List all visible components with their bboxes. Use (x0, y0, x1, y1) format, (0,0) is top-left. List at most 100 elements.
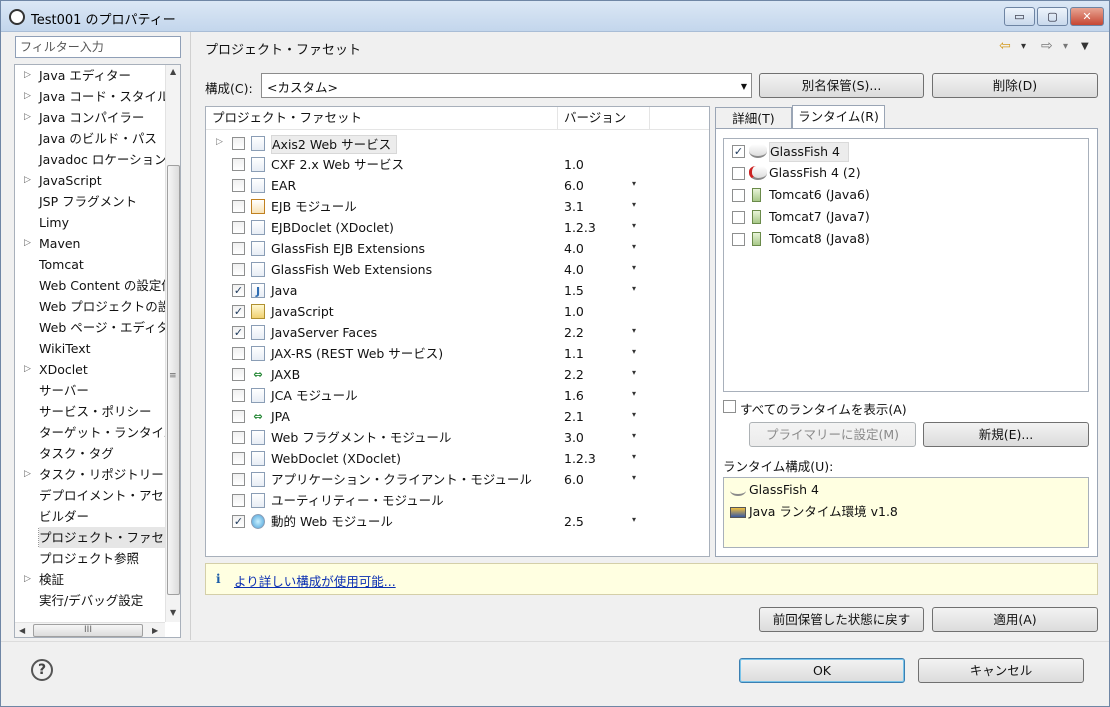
version-dropdown-icon[interactable]: ▾ (632, 431, 636, 440)
tree-item[interactable]: ▷ XDoclet (15, 359, 165, 380)
horizontal-scroll-thumb[interactable]: III (33, 624, 143, 637)
tree-item[interactable]: ビルダー (15, 506, 165, 527)
facet-column-header[interactable]: プロジェクト・ファセット (206, 107, 558, 129)
expand-arrow-icon[interactable]: ▷ (24, 65, 31, 86)
tree-item[interactable]: 実行/デバッグ設定 (15, 590, 165, 611)
back-arrow-icon[interactable]: ⇦ (999, 38, 1011, 54)
runtime-checkbox[interactable] (732, 167, 745, 180)
tree-item[interactable]: ▷ JavaScript (15, 170, 165, 191)
version-dropdown-icon[interactable]: ▾ (632, 389, 636, 398)
version-dropdown-icon[interactable]: ▾ (632, 515, 636, 524)
table-row[interactable]: ⇔ JAXB 2.2 ▾ (206, 364, 709, 385)
apply-button[interactable]: 適用(A) (932, 607, 1098, 632)
ok-button[interactable]: OK (739, 658, 905, 683)
facet-checkbox[interactable] (232, 389, 245, 402)
runtime-item[interactable]: Tomcat8 (Java8) (724, 228, 1088, 250)
splitter[interactable] (190, 32, 191, 640)
facet-checkbox[interactable] (232, 242, 245, 255)
runtime-item[interactable]: ✓ GlassFish 4 (724, 140, 1088, 162)
close-button[interactable]: ✕ (1070, 7, 1104, 26)
runtime-checkbox[interactable] (732, 233, 745, 246)
table-row[interactable]: WebDoclet (XDoclet) 1.2.3 ▾ (206, 448, 709, 469)
forward-arrow-icon[interactable]: ⇨ (1041, 38, 1053, 54)
version-dropdown-icon[interactable]: ▾ (632, 284, 636, 293)
version-dropdown-icon[interactable]: ▾ (632, 368, 636, 377)
more-config-link[interactable]: より詳しい構成が使用可能... (234, 571, 396, 590)
forward-dropdown-icon[interactable]: ▾ (1063, 41, 1068, 52)
table-row[interactable]: JCA モジュール 1.6 ▾ (206, 385, 709, 406)
save-as-button[interactable]: 別名保管(S)... (759, 73, 924, 98)
tree-item[interactable]: ▷ Java コンパイラー (15, 107, 165, 128)
facet-checkbox[interactable] (232, 410, 245, 423)
table-row[interactable]: ✓ 動的 Web モジュール 2.5 ▾ (206, 511, 709, 532)
tree-item[interactable]: サーバー (15, 380, 165, 401)
version-dropdown-icon[interactable]: ▾ (632, 410, 636, 419)
facet-checkbox[interactable] (232, 158, 245, 171)
tree-item[interactable]: ▷ タスク・リポジトリー (15, 464, 165, 485)
tab-runtime[interactable]: ランタイム(R) (792, 105, 885, 130)
tree-item[interactable]: Web Content の設定値 (15, 275, 165, 296)
tab-details[interactable]: 詳細(T) (715, 107, 792, 129)
version-dropdown-icon[interactable]: ▾ (632, 452, 636, 461)
facet-checkbox[interactable] (232, 179, 245, 192)
facet-checkbox[interactable]: ✓ (232, 515, 245, 528)
tree-item[interactable]: プロジェクト・ファセット (15, 527, 165, 548)
version-dropdown-icon[interactable]: ▾ (632, 242, 636, 251)
scroll-down-arrow-icon[interactable]: ▼ (170, 608, 176, 617)
tree-item[interactable]: JSP フラグメント (15, 191, 165, 212)
facet-checkbox[interactable]: ✓ (232, 326, 245, 339)
version-dropdown-icon[interactable]: ▾ (632, 347, 636, 356)
tree-item[interactable]: ▷ Maven (15, 233, 165, 254)
tree-item[interactable]: WikiText (15, 338, 165, 359)
table-row[interactable]: GlassFish Web Extensions 4.0 ▾ (206, 259, 709, 280)
show-all-runtimes-checkbox[interactable] (723, 400, 736, 413)
back-dropdown-icon[interactable]: ▾ (1021, 41, 1026, 52)
version-dropdown-icon[interactable]: ▾ (632, 473, 636, 482)
facet-checkbox[interactable] (232, 263, 245, 276)
table-row[interactable]: Web フラグメント・モジュール 3.0 ▾ (206, 427, 709, 448)
runtime-checkbox[interactable] (732, 189, 745, 202)
tree-item[interactable]: タスク・タグ (15, 443, 165, 464)
expand-arrow-icon[interactable]: ▷ (24, 464, 31, 485)
view-menu-icon[interactable]: ▼ (1081, 41, 1089, 52)
expand-arrow-icon[interactable]: ▷ (216, 137, 223, 147)
tree-item[interactable]: Tomcat (15, 254, 165, 275)
tree-item[interactable]: Java のビルド・パス (15, 128, 165, 149)
scroll-right-arrow-icon[interactable]: ▶ (152, 626, 158, 635)
version-dropdown-icon[interactable]: ▾ (632, 326, 636, 335)
facet-checkbox[interactable] (232, 137, 245, 150)
horizontal-scrollbar[interactable]: ◀ III ▶ (15, 622, 165, 637)
table-row[interactable]: ✓ JavaScript 1.0 (206, 301, 709, 322)
version-dropdown-icon[interactable]: ▾ (632, 221, 636, 230)
tree-item[interactable]: Web プロジェクトの設定 (15, 296, 165, 317)
table-row[interactable]: GlassFish EJB Extensions 4.0 ▾ (206, 238, 709, 259)
filter-input[interactable] (15, 36, 181, 58)
tree-item[interactable]: デプロイメント・アセンブリー (15, 485, 165, 506)
config-combo[interactable]: <カスタム> ▼ (261, 73, 752, 98)
table-row[interactable]: JAX-RS (REST Web サービス) 1.1 ▾ (206, 343, 709, 364)
tree-item[interactable]: ▷ 検証 (15, 569, 165, 590)
facet-checkbox[interactable] (232, 494, 245, 507)
version-dropdown-icon[interactable]: ▾ (632, 179, 636, 188)
facet-checkbox[interactable] (232, 431, 245, 444)
facet-checkbox[interactable] (232, 347, 245, 360)
tree-item[interactable]: ターゲット・ランタイム (15, 422, 165, 443)
runtime-checkbox[interactable] (732, 211, 745, 224)
expand-arrow-icon[interactable]: ▷ (24, 170, 31, 191)
tree-item[interactable]: ▷ Java コード・スタイル (15, 86, 165, 107)
expand-arrow-icon[interactable]: ▷ (24, 359, 31, 380)
tree-item[interactable]: プロジェクト参照 (15, 548, 165, 569)
title-bar[interactable]: Test001 のプロパティー ▭ ▢ ✕ (1, 1, 1109, 32)
expand-arrow-icon[interactable]: ▷ (24, 86, 31, 107)
help-icon[interactable]: ? (31, 659, 53, 681)
table-row[interactable]: EAR 6.0 ▾ (206, 175, 709, 196)
expand-arrow-icon[interactable]: ▷ (24, 569, 31, 590)
table-row[interactable]: ✓ J Java 1.5 ▾ (206, 280, 709, 301)
facet-checkbox[interactable] (232, 368, 245, 381)
facet-checkbox[interactable] (232, 452, 245, 465)
facet-checkbox[interactable]: ✓ (232, 284, 245, 297)
maximize-button[interactable]: ▢ (1037, 7, 1068, 26)
new-runtime-button[interactable]: 新規(E)... (923, 422, 1089, 447)
minimize-button[interactable]: ▭ (1004, 7, 1035, 26)
restore-defaults-button[interactable]: 前回保管した状態に戻す (759, 607, 924, 632)
